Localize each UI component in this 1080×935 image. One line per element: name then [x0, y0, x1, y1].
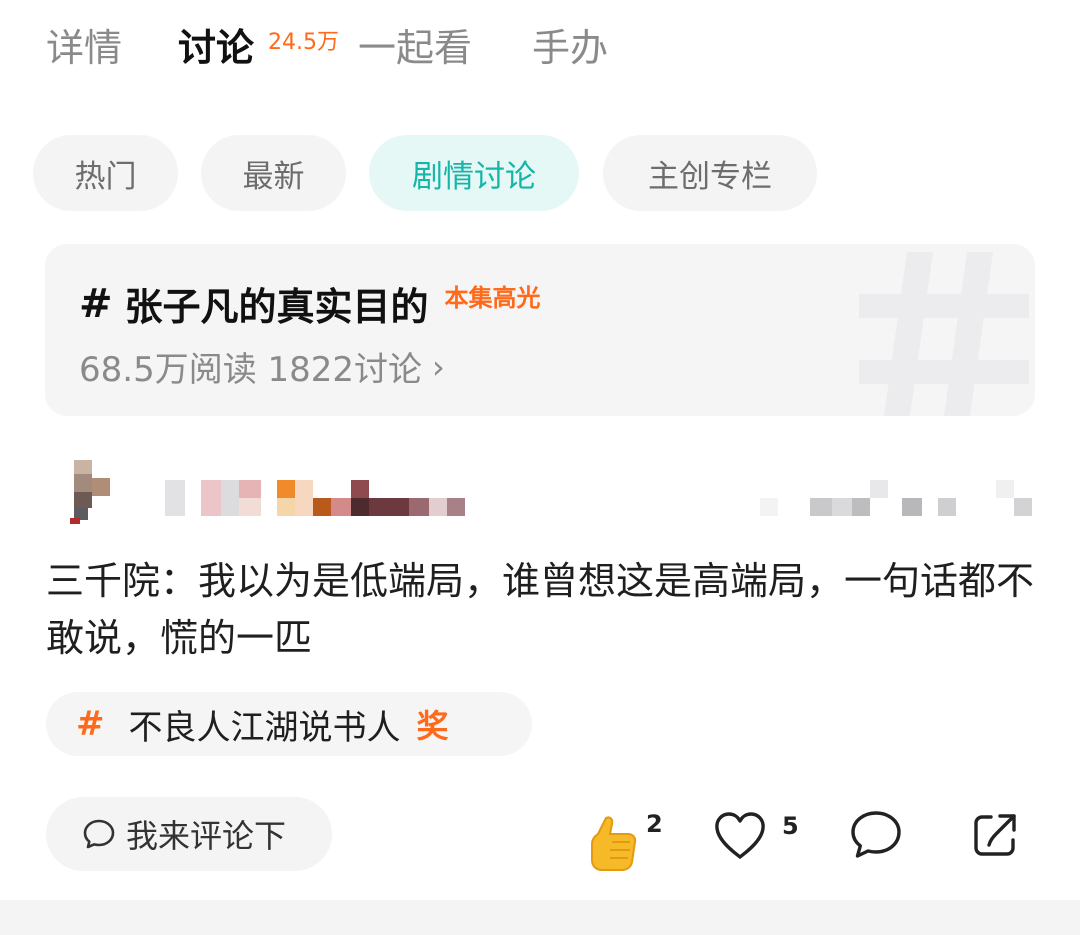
tab-details[interactable]: 详情 [46, 18, 122, 78]
comment-body: 三千院：我以为是低端局，谁曾想这是高端局，一句话都不敢说，慌的一匹 [46, 559, 1035, 660]
reply-button[interactable] [848, 808, 908, 864]
thumbs-up-button[interactable]: 2 [584, 810, 664, 876]
comment-input[interactable]: 我来评论下 [46, 797, 332, 871]
topic-stats: 68.5万阅读 1822讨论 › [79, 342, 445, 391]
topic-tag-pill[interactable]: # 不良人江湖说书人 奖 [46, 692, 532, 756]
thumbs-count: 2 [646, 810, 663, 838]
chip-creator-column[interactable]: 主创专栏 [603, 135, 817, 211]
tab-discuss[interactable]: 讨论 [178, 18, 254, 78]
like-button[interactable]: 5 [712, 810, 802, 870]
section-divider [0, 900, 1080, 935]
topic-hashtag-icon: # [79, 280, 113, 327]
award-badge: 奖 [416, 707, 449, 745]
topic-highlight-badge: 本集高光 [444, 284, 541, 312]
heart-icon [715, 812, 765, 859]
comment-input-placeholder: 我来评论下 [126, 817, 287, 855]
chevron-right-icon: › [432, 347, 445, 386]
tab-watch-together[interactable]: 一起看 [358, 18, 472, 78]
comment-author-row [60, 460, 1040, 530]
comment-bubble-icon [83, 819, 115, 849]
avatar[interactable] [60, 460, 120, 528]
thumbs-up-icon [591, 816, 637, 871]
chip-latest[interactable]: 最新 [201, 135, 346, 211]
discussion-page: 详情 讨论 24.5万 一起看 手办 热门 最新 剧情讨论 主创专栏 # 张子凡… [0, 0, 1080, 935]
chip-hot[interactable]: 热门 [33, 135, 178, 211]
like-count: 5 [782, 812, 799, 840]
tab-figures[interactable]: 手办 [532, 18, 608, 78]
hashtag-watermark-icon [859, 252, 1029, 416]
hashtag-icon: # [76, 704, 105, 744]
share-icon [974, 814, 1016, 856]
share-button[interactable] [970, 810, 1022, 862]
topic-title-row: # 张子凡的真实目的 本集高光 [79, 276, 541, 331]
chip-plot-discussion[interactable]: 剧情讨论 [369, 135, 579, 211]
topic-title: 张子凡的真实目的 [124, 285, 429, 329]
discuss-count-badge: 24.5万 [268, 30, 339, 55]
topic-card[interactable]: # 张子凡的真实目的 本集高光 68.5万阅读 1822讨论 › [45, 244, 1035, 416]
filter-chip-bar: 热门 最新 剧情讨论 主创专栏 [33, 135, 833, 211]
username-blurred[interactable] [165, 480, 485, 516]
comment-bubble-icon [851, 811, 901, 858]
topic-stats-text: 68.5万阅读 1822讨论 [79, 350, 423, 390]
comment-meta-blurred [760, 480, 1040, 516]
tag-label: 不良人江湖说书人 [128, 707, 401, 748]
